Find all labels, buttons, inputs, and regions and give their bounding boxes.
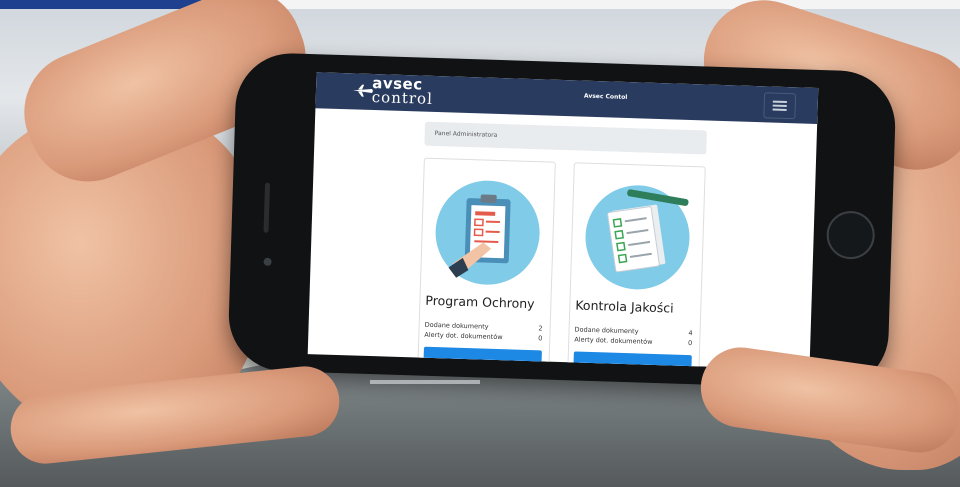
clipboard-document-icon: [433, 179, 542, 287]
row-label: Alerty dot. dokumentów: [574, 335, 653, 346]
row-label: Dodane dokumenty: [574, 325, 639, 336]
menu-icon-bar: [772, 100, 787, 103]
card-title: Program Ochrony: [425, 292, 535, 312]
card-kontrola-jakosci[interactable]: Kontrola Jakości Dodane dokumenty 4 Aler…: [567, 162, 706, 370]
row-label: Alerty dot. dokumentów: [424, 330, 503, 342]
avsec-logo[interactable]: avsec control: [351, 74, 462, 110]
card-title: Kontrola Jakości: [575, 297, 674, 316]
top-strip: [0, 0, 960, 9]
row-value: 0: [538, 334, 543, 343]
breadcrumb: Panel Administratora: [424, 121, 707, 155]
photo-scene: avsec control Avsec Contol Panel Adminis…: [0, 0, 960, 487]
navbar: avsec control Avsec Contol: [315, 72, 819, 124]
phone-edge-reflection: [370, 380, 480, 384]
menu-icon-bar: [772, 104, 787, 107]
card-program-ochrony[interactable]: Program Ochrony Dodane dokumenty 2 Alert…: [417, 157, 556, 370]
phone-speaker: [263, 182, 271, 233]
checklist-icon: [583, 183, 692, 291]
breadcrumb-label: Panel Administratora: [434, 129, 498, 139]
card-row-alerts: Alerty dot. dokumentów 0: [424, 331, 542, 343]
phone-camera: [263, 257, 272, 266]
row-label: Dodane dokumenty: [424, 320, 489, 331]
menu-button[interactable]: [763, 92, 797, 120]
phone-screen: avsec control Avsec Contol Panel Adminis…: [307, 72, 819, 370]
nav-title: Avsec Contol: [583, 92, 628, 101]
card-open-button[interactable]: [573, 351, 692, 370]
card-open-button[interactable]: [423, 346, 542, 365]
row-value: 2: [538, 324, 543, 333]
home-button[interactable]: [825, 210, 876, 260]
logo-text-bottom: control: [371, 87, 434, 108]
smartphone: avsec control Avsec Contol Panel Adminis…: [227, 51, 897, 391]
row-value: 4: [688, 329, 693, 338]
menu-icon-bar: [772, 108, 787, 111]
row-value: 0: [687, 339, 693, 348]
card-row-alerts: Alerty dot. dokumentów 0: [574, 335, 692, 347]
